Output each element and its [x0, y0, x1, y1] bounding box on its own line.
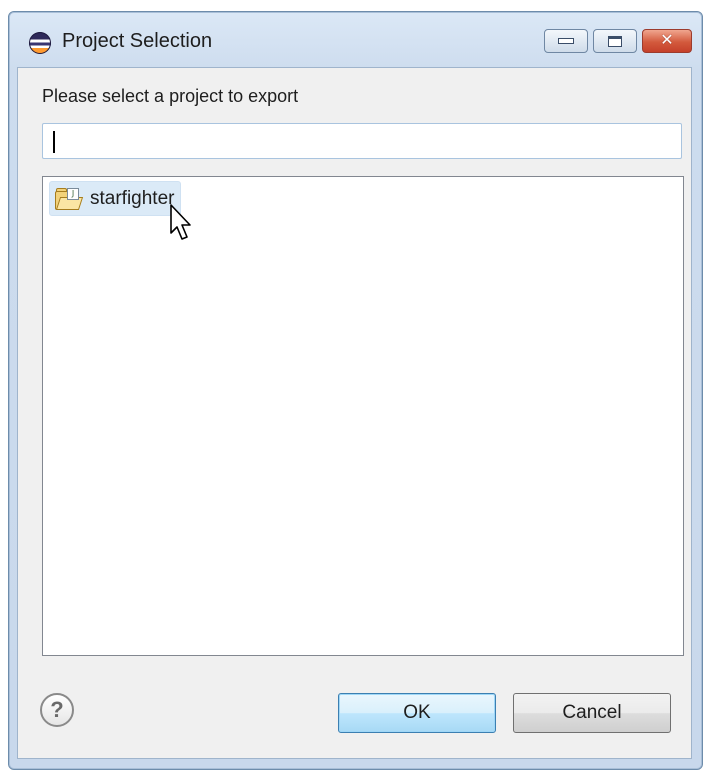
prompt-label: Please select a project to export: [42, 86, 299, 106]
maximize-button[interactable]: [593, 29, 637, 53]
title-bar[interactable]: Project Selection ✕: [9, 12, 702, 68]
list-item-starfighter[interactable]: J starfighter: [49, 181, 182, 216]
maximize-icon: [608, 35, 622, 47]
minimize-button[interactable]: [544, 29, 588, 53]
text-caret: [53, 131, 55, 153]
help-icon: ?: [50, 697, 64, 722]
close-icon: ✕: [660, 32, 674, 49]
close-button[interactable]: ✕: [642, 29, 692, 53]
window-title: Project Selection: [62, 30, 213, 52]
project-name: starfighter: [90, 187, 175, 209]
java-project-folder-icon: J: [54, 187, 84, 210]
eclipse-icon: [29, 32, 51, 54]
client-area: Please select a project to export J star…: [17, 67, 692, 759]
mouse-pointer-icon: [170, 204, 191, 240]
cancel-button[interactable]: Cancel: [513, 693, 671, 733]
minimize-icon: [558, 38, 574, 44]
caption-buttons: ✕: [544, 29, 692, 53]
project-list[interactable]: J starfighter: [42, 176, 684, 656]
help-button[interactable]: ?: [40, 693, 74, 727]
dialog-body: Please select a project to export J star…: [8, 67, 701, 768]
filter-input[interactable]: [42, 123, 682, 159]
ok-button[interactable]: OK: [338, 693, 496, 733]
